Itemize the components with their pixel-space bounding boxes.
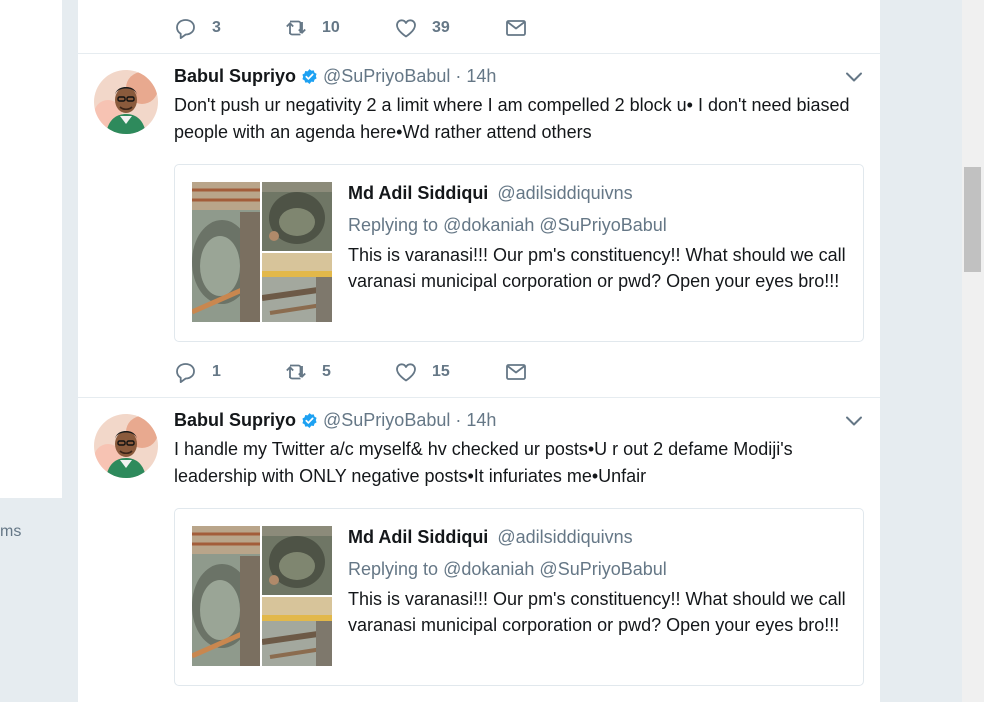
replying-to-mentions: @dokaniah @SuPriyoBabul [443, 559, 667, 579]
media-photo[interactable] [262, 526, 332, 595]
media-photo[interactable] [262, 182, 332, 251]
tweet-header: Babul Supriyo @SuPriyoBabul · 14h [174, 409, 496, 431]
retweet-icon [284, 16, 308, 40]
reply-count: 1 [212, 363, 221, 380]
direct-message-icon [504, 360, 528, 384]
caret-down-icon[interactable] [844, 70, 864, 84]
quoted-tweet-body: Md Adil Siddiqui @adilsiddiquivns Replyi… [348, 180, 858, 294]
quoted-tweet-body: Md Adil Siddiqui @adilsiddiquivns Replyi… [348, 524, 858, 638]
replying-to-label: Replying to [348, 215, 439, 235]
reply-icon [174, 360, 198, 384]
verified-badge-icon [301, 412, 318, 429]
like-count: 15 [432, 363, 450, 380]
replying-to: Replying to @dokaniah @SuPriyoBabul [348, 212, 858, 238]
timeline: 3 10 39 Babul Supriyo @SuPriyoBabul · 14 [78, 0, 880, 702]
separator-dot: · [455, 65, 462, 86]
quoted-author-name: Md Adil Siddiqui [348, 527, 489, 547]
author-name[interactable]: Babul Supriyo [174, 410, 296, 431]
scrollbar-track[interactable] [962, 0, 984, 702]
like-icon [394, 360, 418, 384]
direct-message-icon [504, 16, 528, 40]
quoted-tweet-text: This is varanasi!!! Our pm's constituenc… [348, 245, 846, 291]
like-button[interactable]: 39 [394, 16, 504, 40]
left-sidebar-card [0, 0, 62, 498]
caret-down-icon[interactable] [844, 414, 864, 428]
replying-to-label: Replying to [348, 559, 439, 579]
tweet-timestamp[interactable]: 14h [466, 66, 496, 87]
retweet-count: 10 [322, 19, 340, 36]
like-icon [394, 16, 418, 40]
verified-badge-icon [301, 68, 318, 85]
like-button[interactable]: 15 [394, 360, 504, 384]
replying-to-mentions: @dokaniah @SuPriyoBabul [443, 215, 667, 235]
author-handle[interactable]: @SuPriyoBabul [323, 66, 450, 87]
quoted-author-name: Md Adil Siddiqui [348, 183, 489, 203]
tweet[interactable]: Babul Supriyo @SuPriyoBabul · 14h Don't … [78, 54, 880, 398]
retweet-count: 5 [322, 363, 331, 380]
quoted-author-handle: @adilsiddiquivns [497, 527, 633, 547]
direct-message-button[interactable] [504, 16, 614, 40]
quoted-tweet-media[interactable] [192, 526, 332, 666]
replying-to: Replying to @dokaniah @SuPriyoBabul [348, 556, 858, 582]
reply-icon [174, 16, 198, 40]
media-photo[interactable] [192, 526, 260, 666]
left-sidebar-cut-text: ms [0, 523, 22, 540]
tweet-text: Don't push ur negativity 2 a limit where… [174, 95, 850, 142]
tweet-text: I handle my Twitter a/c myself& hv check… [174, 439, 793, 486]
quoted-tweet-text: This is varanasi!!! Our pm's constituenc… [348, 589, 846, 635]
author-handle[interactable]: @SuPriyoBabul [323, 410, 450, 431]
retweet-button[interactable]: 10 [284, 16, 394, 40]
direct-message-button[interactable] [504, 360, 614, 384]
quoted-tweet[interactable]: Md Adil Siddiqui @adilsiddiquivns Replyi… [174, 508, 864, 686]
media-photo[interactable] [192, 182, 260, 322]
scrollbar-thumb[interactable] [964, 167, 981, 272]
media-photo[interactable] [262, 253, 332, 322]
reply-button[interactable]: 1 [174, 360, 284, 384]
reply-count: 3 [212, 19, 221, 36]
author-name[interactable]: Babul Supriyo [174, 66, 296, 87]
separator-dot: · [455, 409, 462, 430]
quoted-tweet[interactable]: Md Adil Siddiqui @adilsiddiquivns Replyi… [174, 164, 864, 342]
like-count: 39 [432, 19, 450, 36]
reply-button[interactable]: 3 [174, 16, 284, 40]
tweet-actions: 3 10 39 [174, 15, 614, 41]
avatar[interactable] [94, 70, 158, 134]
tweet-header: Babul Supriyo @SuPriyoBabul · 14h [174, 65, 496, 87]
retweet-icon [284, 360, 308, 384]
avatar[interactable] [94, 414, 158, 478]
quoted-tweet-media[interactable] [192, 182, 332, 322]
tweet-actions: 1 5 15 [174, 359, 614, 385]
quoted-author-handle: @adilsiddiquivns [497, 183, 633, 203]
tweet-timestamp[interactable]: 14h [466, 410, 496, 431]
tweet[interactable]: Babul Supriyo @SuPriyoBabul · 14h I hand… [78, 398, 880, 702]
tweet[interactable]: 3 10 39 [78, 0, 880, 54]
media-photo[interactable] [262, 597, 332, 666]
retweet-button[interactable]: 5 [284, 360, 394, 384]
